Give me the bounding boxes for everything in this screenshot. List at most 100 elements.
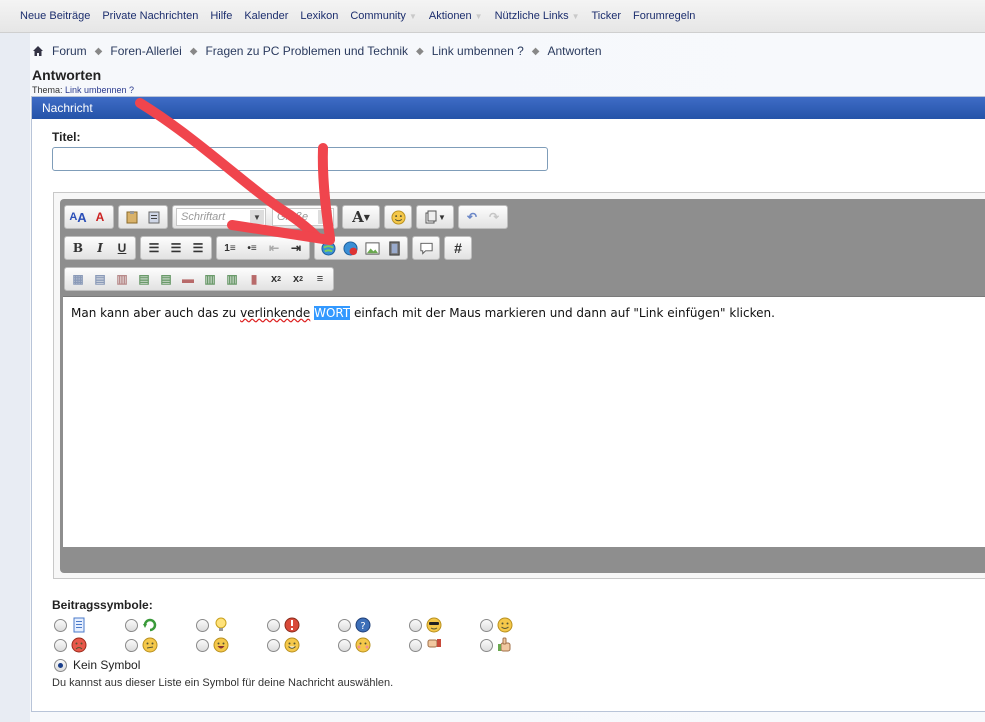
breadcrumb-fragen-pc[interactable]: Fragen zu PC Problemen und Technik [205,44,408,58]
breadcrumb-separator-icon: ◆ [531,45,540,57]
align-left-icon[interactable]: ☰ [144,238,164,258]
symbol-hint: Du kannst aus dieser Liste ein Symbol fü… [52,677,394,689]
toolbar-group-font: Schriftart ▼ Größe ▼ [172,205,338,229]
remove-format-icon[interactable]: A [90,207,110,227]
breadcrumb-foren-allerlei[interactable]: Foren-Allerlei [110,44,181,58]
redo-icon[interactable]: ↷ [484,207,504,227]
row-insert-before-icon[interactable]: ▤ [134,269,154,289]
symbol-radio[interactable] [267,618,280,632]
symbol-option[interactable] [54,637,125,653]
titel-input[interactable] [52,147,548,171]
home-icon[interactable] [32,45,44,57]
table-icon[interactable]: ▦ [68,269,88,289]
superscript-icon[interactable]: x2 [288,269,308,289]
symbol-option[interactable] [196,617,267,633]
paste-word-icon[interactable] [144,207,164,227]
symbol-radio[interactable] [196,618,209,632]
font-color-icon[interactable]: A ▼ [346,207,376,227]
col-insert-after-icon[interactable]: ▥ [222,269,242,289]
nav-item-5[interactable]: Community ▼ [344,9,423,24]
symbol-option[interactable] [338,637,409,653]
kein-symbol-option[interactable]: Kein Symbol [54,658,140,672]
subscript-icon[interactable]: x2 [266,269,286,289]
attachment-icon[interactable]: ▼ [420,207,450,227]
titel-label: Titel: [52,130,81,144]
insert-video-icon[interactable] [384,238,404,258]
nav-item-label: Neue Beiträge [20,10,91,22]
insert-image-icon[interactable] [362,238,382,258]
row-insert-after-icon[interactable]: ▤ [156,269,176,289]
quote-icon[interactable] [416,238,436,258]
symbol-option[interactable] [54,617,125,633]
symbol-option[interactable] [409,637,480,653]
italic-icon[interactable]: I [90,238,110,258]
underline-icon[interactable]: U [112,238,132,258]
row-delete-icon[interactable]: ▬ [178,269,198,289]
symbol-radio[interactable] [196,638,209,652]
indent-icon[interactable]: ⇥ [286,238,306,258]
symbol-radio[interactable] [338,618,351,632]
nav-item-4[interactable]: Lexikon [294,9,344,24]
toolbar-group-attach: ▼ [416,205,454,229]
paste-text-icon[interactable] [122,207,142,227]
col-insert-before-icon[interactable]: ▥ [200,269,220,289]
symbol-radio[interactable] [125,618,138,632]
symbol-radio[interactable] [480,638,493,652]
symbol-option[interactable] [480,617,551,633]
symbol-radio[interactable] [267,638,280,652]
font-select[interactable]: Schriftart ▼ [176,208,266,226]
col-delete-icon[interactable]: ▮ [244,269,264,289]
code-icon[interactable]: # [448,238,468,258]
symbol-option[interactable] [125,637,196,653]
ordered-list-icon[interactable]: 1≡ [220,238,240,258]
undo-icon[interactable]: ↶ [462,207,482,227]
symbol-radio[interactable] [409,638,422,652]
remove-link-icon[interactable] [340,238,360,258]
kein-symbol-radio[interactable] [54,658,67,672]
thema-link[interactable]: Link umbennen ? [65,85,134,95]
outdent-icon[interactable]: ⇤ [264,238,284,258]
bold-icon[interactable]: B [68,238,88,258]
smiley-icon[interactable] [388,207,408,227]
nav-item-9[interactable]: Forumregeln [627,9,701,24]
symbol-radio[interactable] [409,618,422,632]
size-select[interactable]: Größe ▼ [272,208,334,226]
symbol-option[interactable] [409,617,480,633]
symbol-radio[interactable] [125,638,138,652]
symbol-radio[interactable] [54,638,67,652]
symbol-option[interactable] [196,637,267,653]
symbol-option[interactable]: ? [338,617,409,633]
horizontal-rule-icon[interactable]: ≡ [310,269,330,289]
symbol-option[interactable] [267,617,338,633]
align-center-icon[interactable]: ☰ [166,238,186,258]
breadcrumb-forum[interactable]: Forum [52,44,87,58]
thumbs-up-icon [497,637,513,653]
symbol-radio[interactable] [54,618,67,632]
nav-item-8[interactable]: Ticker [586,9,628,24]
selected-word: WORT [314,306,351,320]
nav-item-2[interactable]: Hilfe [204,9,238,24]
symbol-option[interactable] [480,637,551,653]
align-right-icon[interactable]: ☰ [188,238,208,258]
symbol-radio[interactable] [338,638,351,652]
table-delete-icon[interactable]: ▥ [112,269,132,289]
font-format-icon[interactable]: AA [68,207,88,227]
message-textarea[interactable]: Man kann aber auch das zu verlinkende WO… [63,296,985,547]
breadcrumb-thread[interactable]: Link umbennen ? [432,44,524,58]
message-text-before: Man kann aber auch das zu [71,306,241,320]
nav-item-label: Community [350,10,406,22]
nav-item-6[interactable]: Aktionen ▼ [423,9,489,24]
nav-item-7[interactable]: Nützliche Links ▼ [489,9,586,24]
symbol-option[interactable] [125,617,196,633]
insert-link-icon[interactable] [318,238,338,258]
symbol-grid: ? [54,615,551,655]
symbol-option[interactable] [267,637,338,653]
refresh-icon [142,617,158,633]
symbol-radio[interactable] [480,618,493,632]
nav-item-1[interactable]: Private Nachrichten [96,9,204,24]
nav-item-0[interactable]: Neue Beiträge [14,9,96,24]
nav-item-3[interactable]: Kalender [238,9,294,24]
unordered-list-icon[interactable]: •≡ [242,238,262,258]
symbol-row-1: ? [54,615,551,635]
table-properties-icon[interactable]: ▤ [90,269,110,289]
